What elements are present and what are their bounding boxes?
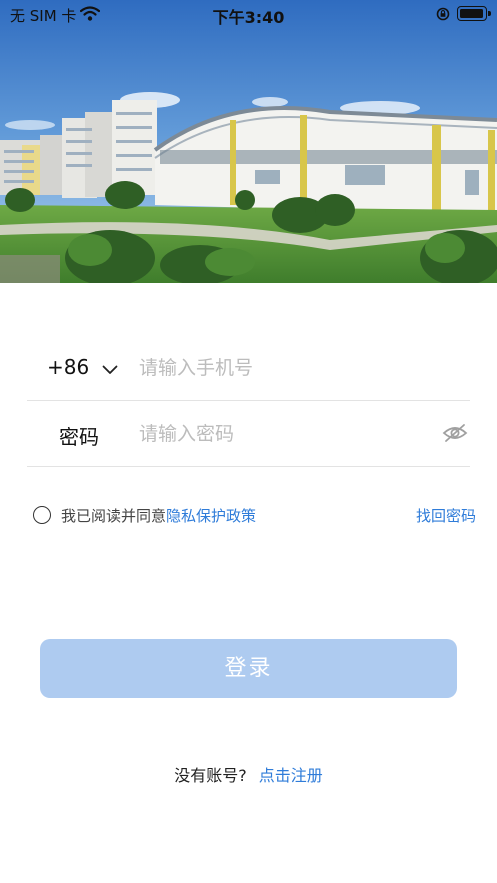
battery-icon xyxy=(457,6,491,21)
agreement-checkbox[interactable] xyxy=(33,506,51,524)
rotation-lock-icon xyxy=(436,7,450,25)
chevron-down-icon[interactable] xyxy=(102,360,118,379)
register-row: 没有账号? 点击注册 xyxy=(0,762,497,786)
forgot-password-link[interactable]: 找回密码 xyxy=(416,505,476,526)
register-link[interactable]: 点击注册 xyxy=(259,766,323,785)
status-time: 下午3:40 xyxy=(212,8,285,27)
agreement-text: 我已阅读并同意隐私保护政策 xyxy=(61,505,256,526)
register-prompt: 没有账号? xyxy=(174,766,247,785)
eye-hidden-icon[interactable] xyxy=(442,423,468,447)
privacy-policy-link[interactable]: 隐私保护政策 xyxy=(166,507,256,525)
hero-campus-image xyxy=(0,0,497,283)
phone-input[interactable] xyxy=(139,352,429,384)
login-button[interactable]: 登录 xyxy=(40,639,457,698)
password-label: 密码 xyxy=(59,425,99,449)
country-code[interactable]: +86 xyxy=(47,355,89,379)
password-field-row: 密码 xyxy=(27,400,470,467)
phone-field-row: +86 xyxy=(27,334,470,401)
password-input[interactable] xyxy=(139,418,429,450)
agreement-prefix: 我已阅读并同意 xyxy=(61,507,167,525)
status-bar: 无 SIM 卡 下午3:40 xyxy=(0,0,497,28)
